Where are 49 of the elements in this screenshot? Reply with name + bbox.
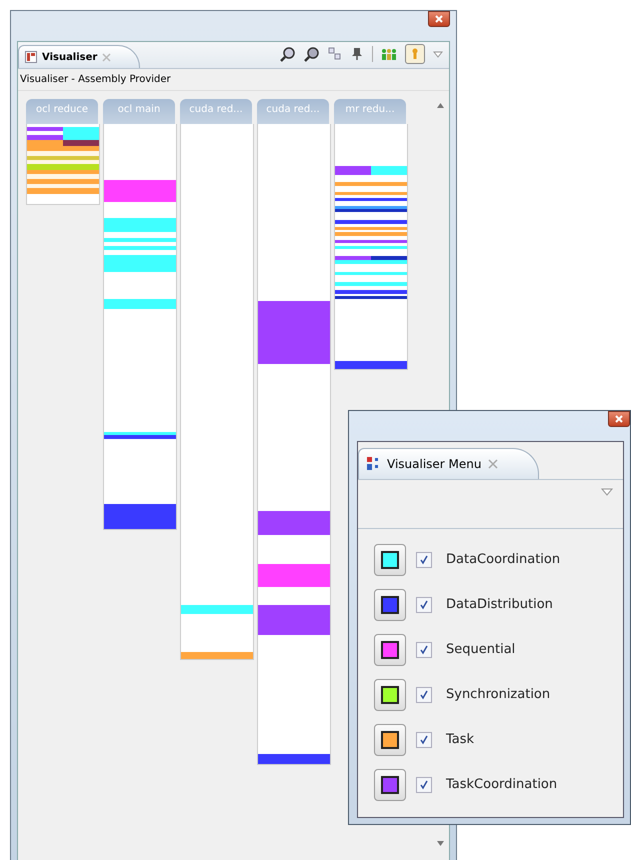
category-label: Sequential bbox=[446, 642, 516, 657]
close-icon bbox=[615, 415, 623, 423]
scroll-down-icon[interactable] bbox=[436, 841, 444, 846]
fit-icon[interactable] bbox=[328, 47, 342, 61]
checkbox[interactable] bbox=[416, 642, 432, 658]
close-icon bbox=[435, 15, 443, 23]
check-icon bbox=[419, 734, 429, 744]
lane-header: cuda red... bbox=[257, 99, 329, 124]
category-label: Task bbox=[446, 732, 474, 747]
checkbox[interactable] bbox=[416, 596, 432, 612]
category-label: DataCoordination bbox=[446, 552, 560, 567]
view-icon bbox=[25, 51, 37, 63]
scroll-up-icon[interactable] bbox=[436, 103, 444, 108]
color-button[interactable] bbox=[374, 588, 406, 620]
category-label: Synchronization bbox=[446, 687, 550, 702]
checkbox[interactable] bbox=[416, 776, 432, 792]
check-icon bbox=[419, 690, 429, 700]
menu-view-icon bbox=[367, 457, 381, 471]
close-button[interactable] bbox=[608, 411, 630, 427]
lane-header: ocl main bbox=[103, 99, 175, 124]
checkbox[interactable] bbox=[416, 732, 432, 748]
color-button[interactable] bbox=[374, 724, 406, 756]
view-tab[interactable]: Visualiser bbox=[18, 45, 140, 68]
category-label: DataDistribution bbox=[446, 597, 553, 612]
toggle-button[interactable] bbox=[405, 44, 425, 64]
color-button[interactable] bbox=[374, 634, 406, 666]
lane-header: mr redu... bbox=[334, 99, 406, 124]
menu-tab[interactable]: Visualiser Menu bbox=[358, 448, 538, 479]
close-button[interactable] bbox=[428, 11, 450, 27]
pin-icon[interactable] bbox=[350, 47, 364, 61]
lane-header: ocl reduce bbox=[26, 99, 98, 124]
zoom-in-icon[interactable] bbox=[280, 46, 296, 62]
people-icon[interactable] bbox=[381, 47, 397, 61]
lane-header: cuda red... bbox=[180, 99, 252, 124]
check-icon bbox=[419, 600, 429, 610]
category-label: TaskCoordination bbox=[446, 777, 558, 792]
check-icon bbox=[419, 554, 429, 564]
check-icon bbox=[419, 644, 429, 654]
checkbox[interactable] bbox=[416, 686, 432, 702]
color-button[interactable] bbox=[374, 678, 406, 710]
dropdown-icon[interactable] bbox=[601, 488, 613, 496]
dropdown-icon[interactable] bbox=[433, 50, 443, 58]
color-button[interactable] bbox=[374, 768, 406, 800]
zoom-out-icon[interactable] bbox=[304, 46, 320, 62]
view-subtitle: Visualiser - Assembly Provider bbox=[18, 69, 449, 91]
color-button[interactable] bbox=[374, 544, 406, 576]
checkbox[interactable] bbox=[416, 552, 432, 568]
figure-icon bbox=[411, 48, 419, 60]
check-icon bbox=[419, 780, 429, 790]
